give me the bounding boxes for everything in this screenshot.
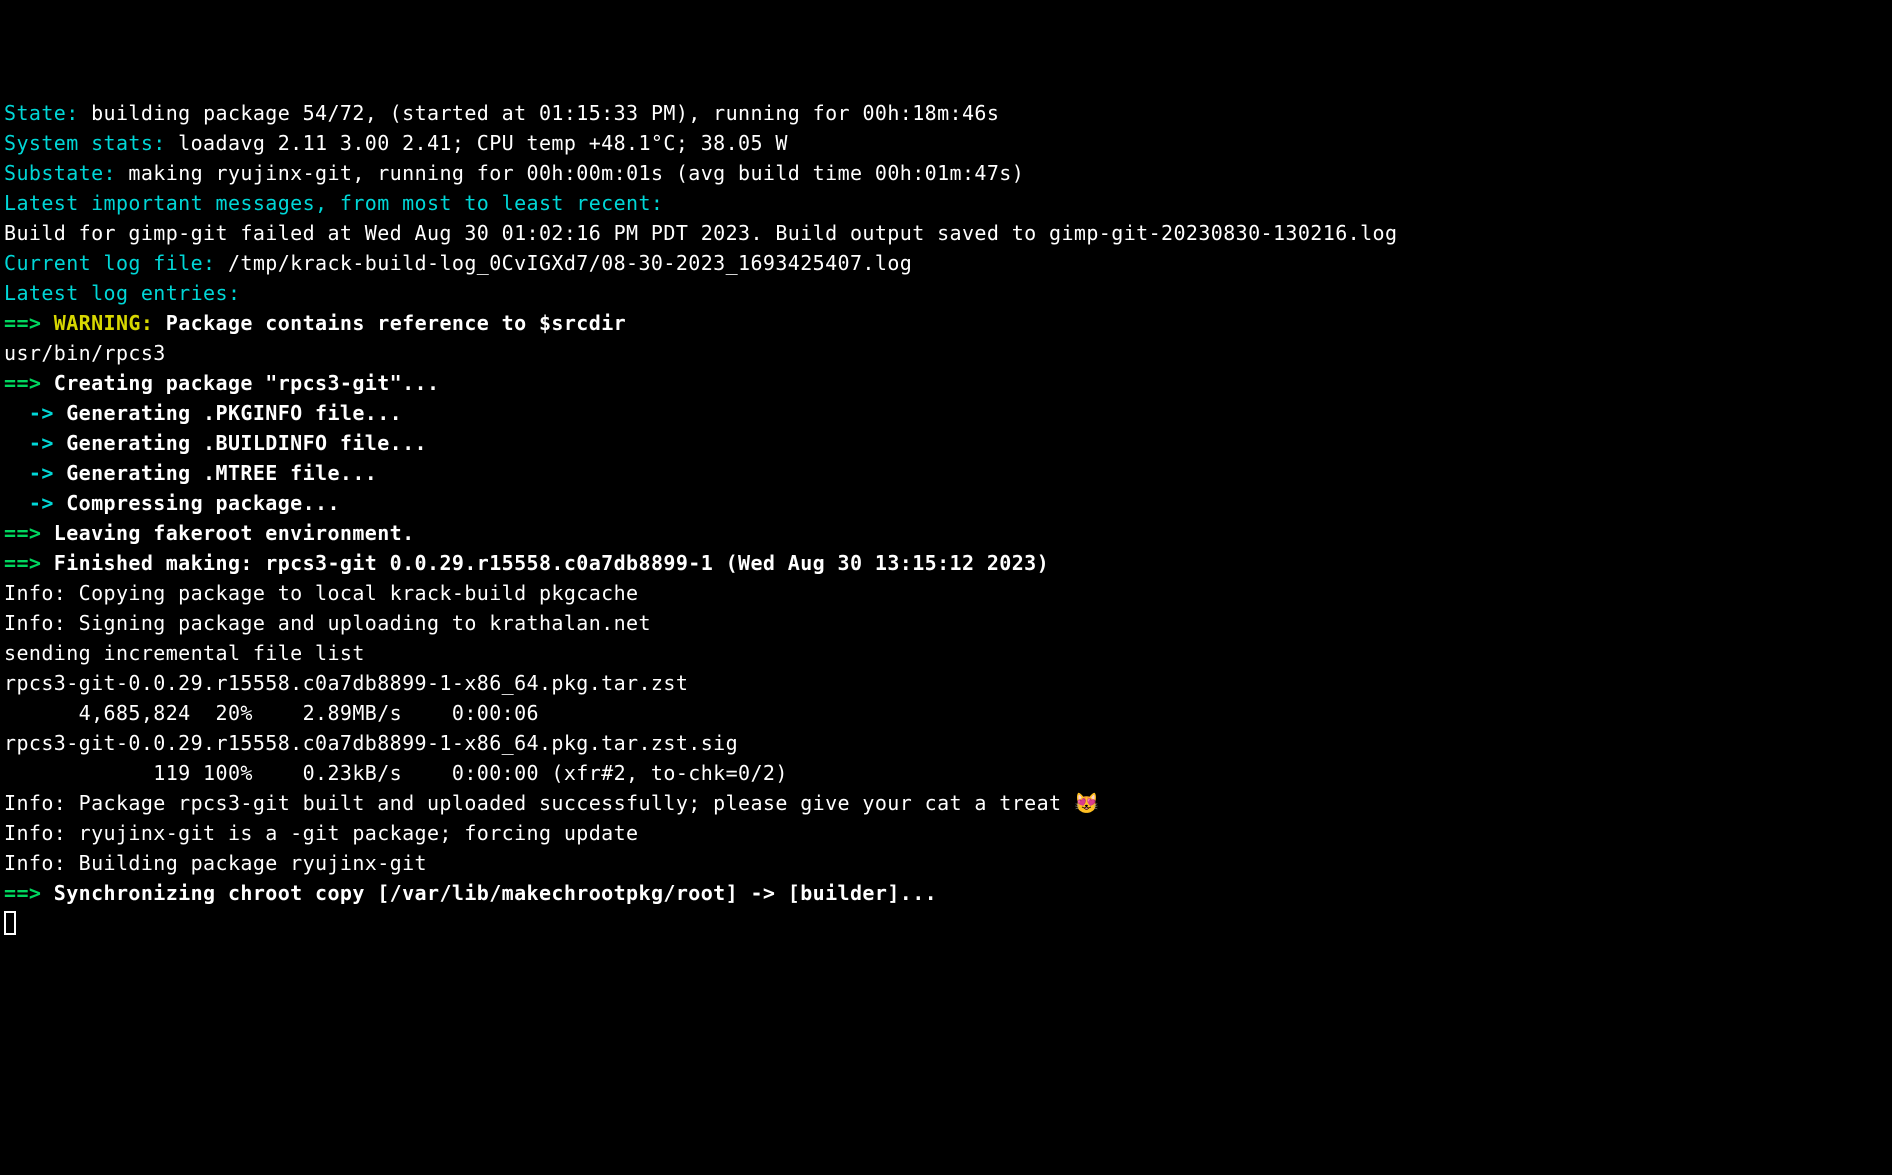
substate-label: Substate: <box>4 161 116 185</box>
arrow-icon: ==> <box>4 551 41 575</box>
state-value: building package 54/72, (started at 01:1… <box>79 101 1000 125</box>
sub-arrow-icon: -> <box>4 461 54 485</box>
sub-arrow-icon: -> <box>4 431 54 455</box>
gen-buildinfo: Generating .BUILDINFO file... <box>54 431 427 455</box>
creating-package: Creating package "rpcs3-git"... <box>41 371 439 395</box>
cursor-icon <box>4 911 16 935</box>
arrow-icon: ==> <box>4 311 41 335</box>
info-ryujinx-git: Info: ryujinx-git is a -git package; for… <box>4 821 639 845</box>
leaving-fakeroot: Leaving fakeroot environment. <box>41 521 414 545</box>
gen-pkginfo: Generating .PKGINFO file... <box>54 401 402 425</box>
info-building: Info: Building package ryujinx-git <box>4 851 427 875</box>
warning-label: WARNING: <box>41 311 153 335</box>
sync-chroot: Synchronizing chroot copy [/var/lib/make… <box>41 881 937 905</box>
finished-making: Finished making: rpcs3-git 0.0.29.r15558… <box>41 551 1049 575</box>
latest-important-label: Latest important messages, from most to … <box>4 191 663 215</box>
substate-value: making ryujinx-git, running for 00h:00m:… <box>116 161 1024 185</box>
cat-emoji-icon: 😻 <box>1074 791 1099 815</box>
terminal-output: State: building package 54/72, (started … <box>4 98 1888 938</box>
rsync-file-2: rpcs3-git-0.0.29.r15558.c0a7db8899-1-x86… <box>4 731 738 755</box>
srcdir-file: usr/bin/rpcs3 <box>4 341 166 365</box>
sub-arrow-icon: -> <box>4 401 54 425</box>
info-signing: Info: Signing package and uploading to k… <box>4 611 651 635</box>
current-log-file-label: Current log file: <box>4 251 216 275</box>
fail-message: Build for gimp-git failed at Wed Aug 30 … <box>4 221 1397 245</box>
rsync-file-2-stats: 119 100% 0.23kB/s 0:00:00 (xfr#2, to-chk… <box>4 761 788 785</box>
rsync-file-1-stats: 4,685,824 20% 2.89MB/s 0:00:06 <box>4 701 539 725</box>
system-stats-value: loadavg 2.11 3.00 2.41; CPU temp +48.1°C… <box>166 131 788 155</box>
info-built: Info: Package rpcs3-git built and upload… <box>4 791 1074 815</box>
arrow-icon: ==> <box>4 521 41 545</box>
sending-list: sending incremental file list <box>4 641 365 665</box>
compressing: Compressing package... <box>54 491 340 515</box>
current-log-file-value: /tmp/krack-build-log_0CvIGXd7/08-30-2023… <box>216 251 913 275</box>
arrow-icon: ==> <box>4 881 41 905</box>
state-label: State: <box>4 101 79 125</box>
arrow-icon: ==> <box>4 371 41 395</box>
gen-mtree: Generating .MTREE file... <box>54 461 377 485</box>
info-copying: Info: Copying package to local krack-bui… <box>4 581 639 605</box>
rsync-file-1: rpcs3-git-0.0.29.r15558.c0a7db8899-1-x86… <box>4 671 688 695</box>
latest-log-entries-label: Latest log entries: <box>4 281 240 305</box>
warning-text: Package contains reference to $srcdir <box>153 311 626 335</box>
sub-arrow-icon: -> <box>4 491 54 515</box>
system-stats-label: System stats: <box>4 131 166 155</box>
